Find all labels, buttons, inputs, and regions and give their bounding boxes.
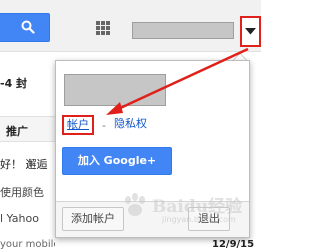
link-separator: -: [102, 119, 106, 132]
inbox-tabs: 推广: [0, 116, 55, 142]
list-item[interactable]: 好！ 邂逅: [0, 156, 55, 172]
account-links: 帐户 - 隐私权: [56, 114, 251, 136]
inbox-count-text: -4 封: [0, 77, 28, 90]
account-link[interactable]: 帐户: [62, 115, 94, 135]
top-bar: [0, 0, 261, 52]
list-item[interactable]: 使用颜色: [0, 184, 55, 200]
list-item[interactable]: l Yahoo: [0, 212, 55, 225]
baidu-watermark: Baidu经验 jingyan.baidu.com: [118, 189, 242, 229]
apps-grid-icon[interactable]: [96, 21, 110, 35]
search-button[interactable]: [0, 13, 50, 42]
join-google-plus-button[interactable]: 加入 Google+: [62, 147, 172, 175]
search-icon: [21, 20, 35, 34]
account-menu-toggle[interactable]: [240, 16, 261, 47]
list-item-date: 12/9/15: [212, 239, 255, 250]
account-name-redacted[interactable]: [132, 22, 234, 39]
chevron-down-icon: [245, 28, 256, 35]
list-item[interactable]: your mobile phone with: [0, 239, 55, 250]
gmail-screen: -4 封 推广 好！ 邂逅 使用颜色 l Yahoo your mobile p…: [0, 0, 261, 250]
add-account-button[interactable]: 添加帐户: [62, 207, 124, 231]
watermark-url: jingyan.baidu.com: [162, 215, 236, 224]
privacy-link[interactable]: 隐私权: [114, 117, 147, 131]
baidu-paw-logo: [125, 193, 145, 216]
tab-promotions[interactable]: 推广: [6, 123, 28, 139]
watermark-text: Baidu经验: [152, 197, 243, 217]
account-email-redacted: [64, 74, 166, 106]
